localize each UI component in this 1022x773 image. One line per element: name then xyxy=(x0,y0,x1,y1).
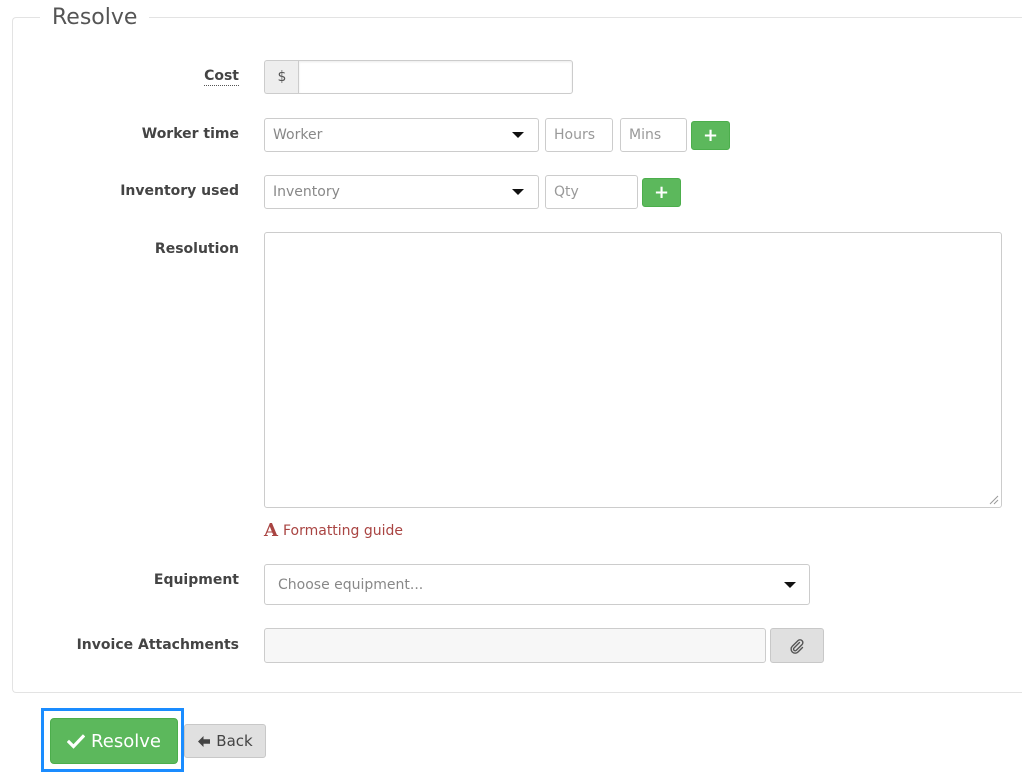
equipment-label: Equipment xyxy=(153,572,239,588)
add-inventory-button[interactable]: + xyxy=(642,178,681,207)
attach-file-button[interactable] xyxy=(770,628,824,663)
resolve-button-label: Resolve xyxy=(91,730,161,752)
chevron-down-icon xyxy=(512,189,524,195)
invoice-attachments-label: Invoice Attachments xyxy=(76,637,239,653)
inventory-used-label: Inventory used xyxy=(120,183,239,199)
cost-label: Cost xyxy=(204,68,239,86)
mins-input[interactable]: Mins xyxy=(620,118,687,152)
inventory-select[interactable]: Inventory xyxy=(264,175,539,209)
worker-time-label: Worker time xyxy=(141,126,239,142)
currency-addon: $ xyxy=(264,60,299,94)
equipment-select-placeholder: Choose equipment... xyxy=(278,576,424,593)
paperclip-icon xyxy=(790,638,804,654)
hours-input[interactable]: Hours xyxy=(545,118,613,152)
chevron-down-icon xyxy=(512,132,524,138)
resize-handle-icon[interactable] xyxy=(989,495,999,505)
plus-icon: + xyxy=(653,182,670,203)
qty-input[interactable]: Qty xyxy=(545,175,638,209)
font-icon: A xyxy=(264,520,278,541)
inventory-select-placeholder: Inventory xyxy=(273,184,340,200)
formatting-guide-label: Formatting guide xyxy=(282,522,404,539)
cost-input[interactable] xyxy=(298,60,573,94)
resolution-label: Resolution xyxy=(154,241,239,257)
resolve-button[interactable]: Resolve xyxy=(50,718,178,764)
back-button-label: Back xyxy=(216,732,253,750)
section-legend: Resolve xyxy=(40,4,150,32)
equipment-select[interactable]: Choose equipment... xyxy=(264,564,810,605)
worker-select-placeholder: Worker xyxy=(273,127,323,143)
back-button[interactable]: Back xyxy=(184,724,266,758)
chevron-down-icon xyxy=(784,581,796,588)
arrow-left-icon xyxy=(198,735,211,747)
formatting-guide-link[interactable]: A Formatting guide xyxy=(264,520,403,541)
attachment-filename-field[interactable] xyxy=(264,628,766,663)
resolution-textarea[interactable] xyxy=(264,232,1002,508)
worker-select[interactable]: Worker xyxy=(264,118,539,152)
checkmark-icon xyxy=(67,733,86,749)
plus-icon: + xyxy=(702,125,719,146)
add-worker-time-button[interactable]: + xyxy=(691,121,730,150)
